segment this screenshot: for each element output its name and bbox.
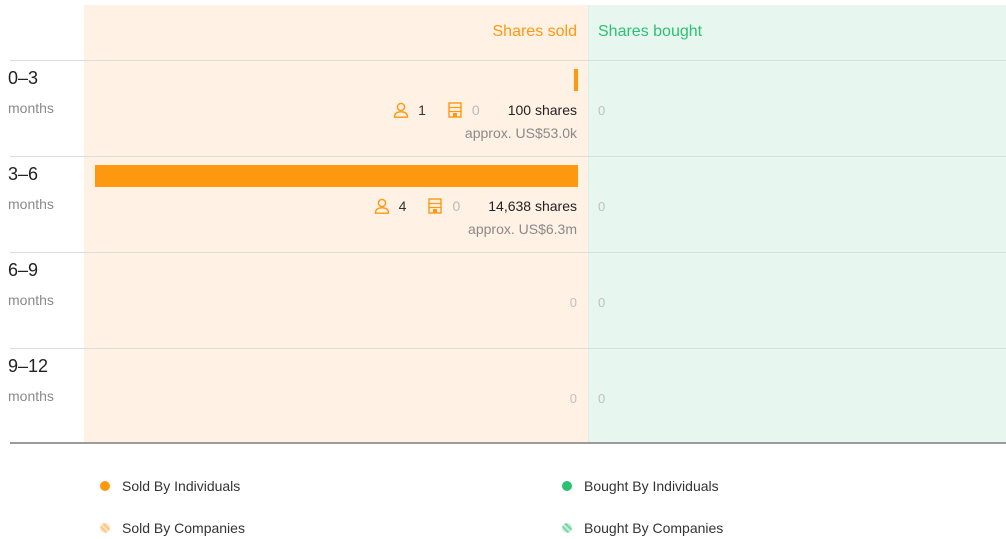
companies-count: 0 [471,102,480,118]
chart-baseline [10,442,1006,444]
approx-value: approx. US$53.0k [464,125,577,141]
shares-bought-header: Shares bought [598,23,703,40]
row-label-6-9: 6–9 [8,260,39,280]
legend-label: Sold By Companies [122,520,245,536]
bought-value-6-9: 0 [598,295,606,310]
row-divider [10,60,1006,61]
row-label-0-3: 0–3 [8,68,39,88]
sold-stats-0-3: 1 0 100 shares [392,100,577,120]
person-icon [374,198,389,214]
legend-label: Bought By Companies [584,520,724,536]
bought-value-3-6: 0 [598,199,606,214]
column-divider [588,5,589,442]
sold-value-9-12: 0 [569,391,577,406]
row-unit: months [8,100,54,116]
row-divider [10,348,1006,349]
building-icon [448,102,462,118]
shares-sold-value: 14,638 shares [488,198,577,214]
row-label-9-12: 9–12 [8,356,49,376]
shares-sold-header: Shares sold [492,23,578,40]
legend-bought-by-individuals[interactable]: Bought By Individuals [562,478,719,494]
legend-dot-icon [100,523,110,533]
individuals-count: 1 [418,102,426,118]
row-unit: months [8,388,54,404]
insider-trading-chart: Shares sold Shares bought 0–3 months 1 0… [0,0,1006,445]
companies-count: 0 [452,198,461,214]
bought-value-0-3: 0 [598,103,606,118]
sold-stats-3-6: 4 0 14,638 shares [373,196,577,216]
chart-legend: Sold By Individuals Sold By Companies Bo… [0,470,1006,539]
row-divider [10,252,1006,253]
legend-sold-by-individuals[interactable]: Sold By Individuals [100,478,240,494]
bought-value-9-12: 0 [598,391,606,406]
person-icon [393,102,409,118]
legend-dot-icon [562,523,572,533]
row-unit: months [8,292,54,308]
row-unit: months [8,196,54,212]
legend-dot-icon [562,481,572,491]
shares-sold-value: 100 shares [507,102,577,118]
row-divider [10,156,1006,157]
shares-bought-column [588,5,1006,442]
legend-label: Sold By Individuals [122,478,241,494]
legend-dot-icon [100,481,110,491]
legend-label: Bought By Individuals [584,478,719,494]
sold-bar-0-3[interactable] [574,69,578,91]
sold-value-6-9: 0 [569,295,577,310]
approx-value: approx. US$6.3m [468,221,577,237]
legend-sold-by-companies[interactable]: Sold By Companies [100,520,245,536]
row-label-3-6: 3–6 [8,164,39,184]
individuals-count: 4 [398,198,407,214]
sold-bar-3-6[interactable] [95,165,578,187]
legend-bought-by-companies[interactable]: Bought By Companies [562,520,723,536]
building-icon [428,198,443,214]
